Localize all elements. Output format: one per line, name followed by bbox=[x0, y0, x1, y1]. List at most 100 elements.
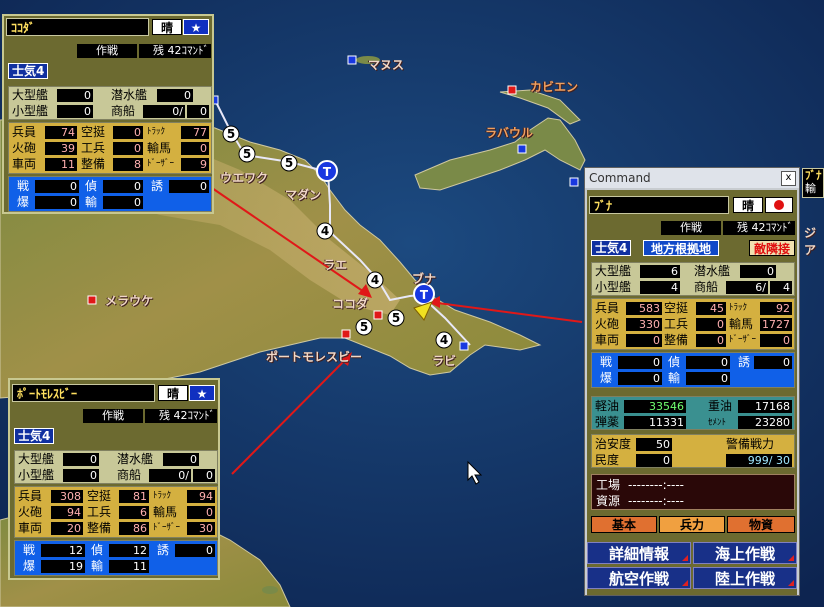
operation-label: 作戦 bbox=[77, 44, 137, 58]
air-section: 戦 0 偵 0 誘 0 爆 0 輸 0 bbox=[8, 176, 212, 212]
ship-value: 4 bbox=[770, 281, 792, 294]
base-marker-kavieng[interactable] bbox=[507, 85, 517, 95]
svg-text:5: 5 bbox=[392, 311, 400, 325]
force-label: 車両 bbox=[18, 521, 43, 535]
air-operation-button[interactable]: 航空作戦 bbox=[587, 567, 691, 589]
star-icon: ★ bbox=[183, 19, 209, 35]
production-section: 工場 --------:---- 資源 --------:---- bbox=[591, 474, 795, 510]
supply-value: 11331 bbox=[624, 416, 686, 429]
ship-value: 0 bbox=[187, 105, 209, 118]
force-value: 39 bbox=[45, 142, 77, 155]
force-label: 整備 bbox=[81, 157, 106, 171]
force-label: 輸馬 bbox=[147, 141, 172, 155]
ship-label: 大型艦 bbox=[12, 88, 49, 102]
base-marker-rabaul[interactable] bbox=[517, 144, 527, 154]
base-marker-manus[interactable] bbox=[347, 55, 357, 65]
force-value: 30 bbox=[187, 522, 215, 535]
edge-panel[interactable]: ﾌﾞﾅ 輸 bbox=[802, 168, 824, 198]
route-number: 5 bbox=[222, 125, 240, 143]
base-marker-rabi[interactable] bbox=[459, 341, 469, 351]
route-number: 4 bbox=[435, 331, 453, 349]
air-value: 11 bbox=[109, 560, 149, 573]
ship-value: 0 bbox=[57, 105, 93, 118]
ground-operation-button[interactable]: 陸上作戦 bbox=[693, 567, 797, 589]
supply-value: 23280 bbox=[738, 416, 792, 429]
force-value: 0 bbox=[113, 126, 143, 139]
weather-label: 晴 bbox=[158, 385, 188, 401]
ship-label: 大型艦 bbox=[595, 264, 632, 278]
base-info-panel-kokoda[interactable]: ｺｺﾀﾞ 晴 ★ 作戦 残 42ｺﾏﾝﾄﾞ 士気4 大型艦 0 潜水艦 0 小型… bbox=[2, 14, 214, 214]
place-label-port-moresby: ポートモレスビー bbox=[266, 350, 363, 364]
force-label: 輸馬 bbox=[153, 505, 178, 519]
air-value: 0 bbox=[618, 356, 662, 369]
base-marker-merauke[interactable] bbox=[87, 295, 97, 305]
force-label: 空挺 bbox=[664, 301, 689, 315]
forces-section: 兵員 74 空挺 0 ﾄﾗｯｸ 77 火砲 39 工兵 0 輸馬 0 車両 11… bbox=[8, 122, 212, 174]
ship-value: 0 bbox=[63, 453, 99, 466]
edge-label: ジア bbox=[804, 226, 817, 257]
factory-label: 工場 bbox=[596, 478, 621, 492]
force-label: 工兵 bbox=[664, 317, 689, 331]
route-number: 5 bbox=[387, 309, 405, 327]
force-label: ﾄﾞｰｻﾞｰ bbox=[147, 159, 175, 169]
air-label: 戦 bbox=[17, 179, 30, 193]
remaining-commands: 残 42ｺﾏﾝﾄﾞ bbox=[723, 221, 795, 235]
force-label: 兵員 bbox=[595, 301, 620, 315]
force-label: 整備 bbox=[664, 333, 689, 347]
tab-basic[interactable]: 基本 bbox=[591, 516, 657, 533]
ship-label: 商船 bbox=[111, 104, 136, 118]
close-icon[interactable]: x bbox=[781, 171, 796, 186]
force-value: 77 bbox=[181, 126, 209, 139]
place-label-buna: ブナ bbox=[412, 272, 437, 286]
ship-value: 6 bbox=[640, 265, 680, 278]
force-value: 9 bbox=[181, 158, 209, 171]
forces-section: 兵員 308 空挺 81 ﾄﾗｯｸ 94 火砲 94 工兵 6 輸馬 0 車両 … bbox=[14, 486, 218, 538]
force-value: 308 bbox=[51, 490, 83, 503]
force-label: 工兵 bbox=[87, 505, 112, 519]
force-value: 0 bbox=[113, 142, 143, 155]
force-label: 空挺 bbox=[81, 125, 106, 139]
svg-text:5: 5 bbox=[360, 320, 368, 334]
ship-value: 0 bbox=[57, 89, 93, 102]
tab-forces[interactable]: 兵力 bbox=[659, 516, 725, 533]
force-value: 94 bbox=[51, 506, 83, 519]
security-section: 治安度 50 警備戦力 民度 0 999/ 30 bbox=[591, 434, 795, 468]
garrison-value: 999/ 30 bbox=[726, 454, 792, 467]
svg-text:5: 5 bbox=[285, 156, 293, 170]
air-value: 0 bbox=[754, 356, 792, 369]
air-value: 19 bbox=[41, 560, 85, 573]
command-window[interactable]: Command x ﾌﾞﾅ 晴 作戦 残 42ｺﾏﾝﾄﾞ 士気4 地方根拠地 敵… bbox=[584, 167, 800, 596]
force-label: 兵員 bbox=[18, 489, 43, 503]
air-label: 輸 bbox=[85, 195, 98, 209]
tab-supplies[interactable]: 物資 bbox=[727, 516, 795, 533]
ship-label: 大型艦 bbox=[18, 452, 55, 466]
air-section: 戦 12 偵 12 誘 0 爆 19 輸 11 bbox=[14, 540, 218, 576]
force-value: 20 bbox=[51, 522, 83, 535]
ship-value: 0 bbox=[740, 265, 776, 278]
air-value: 0 bbox=[169, 180, 209, 193]
supply-value: 17168 bbox=[738, 400, 792, 413]
naval-operation-button[interactable]: 海上作戦 bbox=[693, 542, 797, 564]
svg-text:4: 4 bbox=[371, 273, 379, 287]
air-value: 12 bbox=[109, 544, 149, 557]
base-name: ﾎﾟｰﾄﾓﾚｽﾋﾞｰ bbox=[12, 384, 155, 402]
base-info-panel-port-moresby[interactable]: ﾎﾟｰﾄﾓﾚｽﾋﾞｰ 晴 ★ 作戦 残 42ｺﾏﾝﾄﾞ 士気4 大型艦 0 潜水… bbox=[8, 378, 220, 580]
air-value: 0 bbox=[103, 180, 143, 193]
detail-info-button[interactable]: 詳細情報 bbox=[587, 542, 691, 564]
force-value: 11 bbox=[45, 158, 77, 171]
factory-value: --------:---- bbox=[628, 478, 685, 492]
operation-label: 作戦 bbox=[661, 221, 721, 235]
force-label: 火砲 bbox=[595, 317, 620, 331]
force-label: 工兵 bbox=[81, 141, 106, 155]
air-label: 誘 bbox=[738, 355, 751, 369]
base-marker-kokoda[interactable] bbox=[373, 310, 383, 320]
supply-label: 弾薬 bbox=[595, 415, 620, 429]
base-marker-moresby[interactable] bbox=[341, 329, 351, 339]
morale-badge: 士気4 bbox=[8, 63, 49, 79]
transport-marker[interactable]: T bbox=[316, 160, 338, 182]
ship-value: 0 bbox=[157, 89, 193, 102]
supply-label: ｾﾒﾝﾄ bbox=[708, 418, 727, 428]
transport-marker[interactable]: T bbox=[413, 283, 435, 305]
air-label: 戦 bbox=[23, 543, 36, 557]
air-section: 戦 0 偵 0 誘 0 爆 0 輸 0 bbox=[591, 352, 795, 388]
